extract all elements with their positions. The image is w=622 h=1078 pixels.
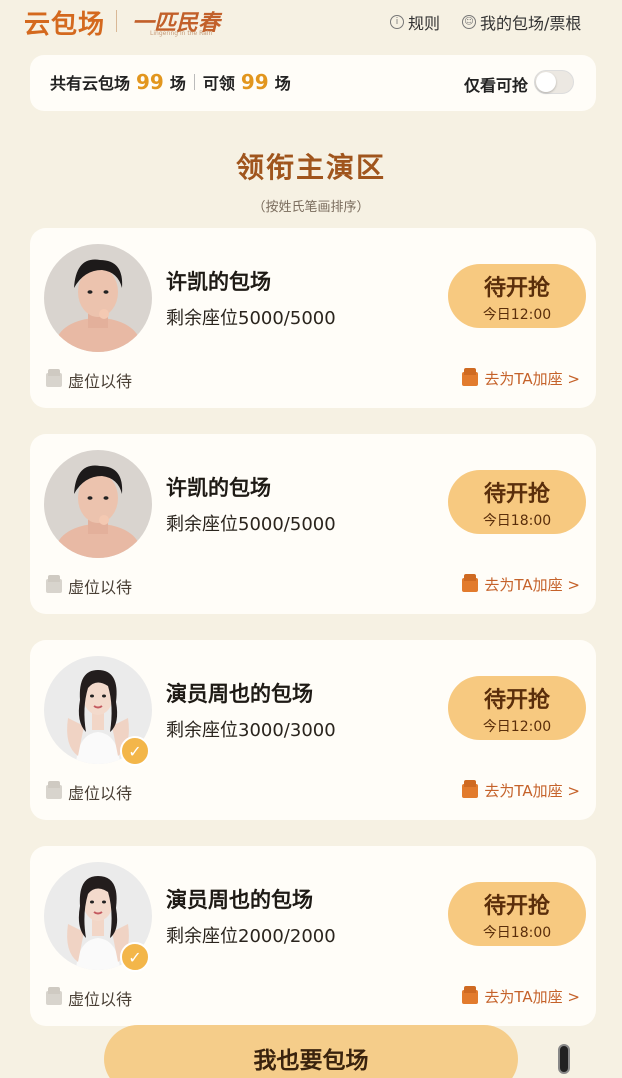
user-icon: ☺ (462, 15, 476, 29)
avatar (44, 450, 152, 558)
grab-time: 今日12:00 (482, 307, 552, 323)
add-seat-label: 去为TA加座 > (484, 370, 580, 388)
seat-icon (46, 781, 62, 799)
verified-badge-icon: ✓ (120, 942, 150, 972)
seat-icon (46, 369, 62, 387)
status-area: 虚位以待 (46, 780, 132, 804)
toggle-knob (536, 72, 556, 92)
add-seat-link[interactable]: 去为TA加座 > (462, 779, 580, 801)
add-seat-label: 去为TA加座 > (484, 782, 580, 800)
grab-label: 待开抢 (483, 276, 550, 301)
grab-time: 今日12:00 (482, 719, 552, 735)
status-area: 虚位以待 (46, 368, 132, 392)
booking-card: ✓ 演员周也的包场 剩余座位2000/2000 待开抢 今日18:00 虚位以待… (30, 846, 596, 1026)
seat-icon (462, 985, 479, 1004)
male-portrait-icon (44, 244, 152, 352)
logo-divider (116, 10, 117, 32)
grab-button[interactable]: 待开抢 今日18:00 (448, 470, 586, 534)
verified-badge-icon: ✓ (120, 736, 150, 766)
top-bar: 云包场 一匹民春 Lingering in the Rain i 规则 ☺ 我的… (0, 0, 622, 42)
status-text: 虚位以待 (68, 578, 133, 597)
filter-label: 仅看可抢 (463, 76, 528, 95)
my-booking-label: 我的包场/票根 (480, 14, 582, 33)
grab-button[interactable]: 待开抢 今日12:00 (448, 676, 586, 740)
grab-button[interactable]: 待开抢 今日12:00 (448, 264, 586, 328)
remaining-seats: 剩余座位3000/3000 (166, 720, 336, 741)
remaining-seats: 剩余座位2000/2000 (166, 926, 336, 947)
app-logo: 云包场 (24, 10, 106, 40)
rules-label: 规则 (408, 14, 441, 33)
booking-name: 许凯的包场 (166, 270, 271, 294)
add-seat-label: 去为TA加座 > (484, 576, 580, 594)
grab-label: 待开抢 (483, 482, 550, 507)
scroll-handle[interactable] (558, 1044, 570, 1074)
add-seat-link[interactable]: 去为TA加座 > (462, 573, 580, 595)
section-title: 领衔主演区 (235, 151, 386, 184)
remaining-seats: 剩余座位5000/5000 (166, 308, 336, 329)
seat-icon (46, 987, 62, 1005)
info-icon: i (390, 15, 404, 29)
rules-link[interactable]: i 规则 (390, 10, 440, 34)
claim-count: 99 (240, 70, 269, 94)
add-seat-link[interactable]: 去为TA加座 > (462, 985, 580, 1007)
booking-name: 演员周也的包场 (166, 888, 313, 912)
avatar (44, 244, 152, 352)
seat-icon (462, 573, 479, 592)
total-unit: 场 (169, 74, 186, 93)
grab-time: 今日18:00 (482, 513, 552, 529)
add-seat-label: 去为TA加座 > (484, 988, 580, 1006)
total-count: 99 (136, 70, 164, 94)
add-seat-link[interactable]: 去为TA加座 > (462, 367, 580, 389)
grab-time: 今日18:00 (482, 925, 552, 941)
status-text: 虚位以待 (68, 784, 133, 803)
stats-summary: 共有云包场 99 场 可领 99 场 (50, 70, 291, 94)
status-area: 虚位以待 (46, 574, 132, 598)
male-portrait-icon (44, 450, 152, 558)
total-label: 共有云包场 (50, 74, 131, 93)
status-area: 虚位以待 (46, 986, 132, 1010)
claim-unit: 场 (274, 74, 291, 93)
booking-name: 许凯的包场 (166, 476, 271, 500)
claim-label: 可领 (202, 74, 235, 93)
grab-label: 待开抢 (483, 688, 550, 713)
grab-label: 待开抢 (483, 894, 550, 919)
booking-name: 演员周也的包场 (166, 682, 313, 706)
status-text: 虚位以待 (68, 372, 133, 391)
remaining-seats: 剩余座位5000/5000 (166, 514, 336, 535)
stats-bar: 共有云包场 99 场 可领 99 场 仅看可抢 (30, 55, 596, 111)
seat-icon (462, 779, 479, 798)
booking-card: 许凯的包场 剩余座位5000/5000 待开抢 今日18:00 虚位以待 去为T… (30, 434, 596, 614)
seat-icon (46, 575, 62, 593)
seat-icon (462, 367, 479, 386)
create-booking-button[interactable]: 我也要包场 (104, 1025, 518, 1078)
booking-card: ✓ 演员周也的包场 剩余座位3000/3000 待开抢 今日12:00 虚位以待… (30, 640, 596, 820)
my-booking-link[interactable]: ☺ 我的包场/票根 (462, 10, 581, 34)
booking-card: 许凯的包场 剩余座位5000/5000 待开抢 今日12:00 虚位以待 去为T… (30, 228, 596, 408)
filter-toggle[interactable] (534, 70, 574, 94)
grab-button[interactable]: 待开抢 今日18:00 (448, 882, 586, 946)
section-subtitle: （按姓氏笔画排序） (252, 200, 370, 215)
stats-divider (193, 74, 195, 90)
status-text: 虚位以待 (68, 990, 133, 1009)
film-logo-subtitle: Lingering in the Rain (150, 30, 213, 37)
